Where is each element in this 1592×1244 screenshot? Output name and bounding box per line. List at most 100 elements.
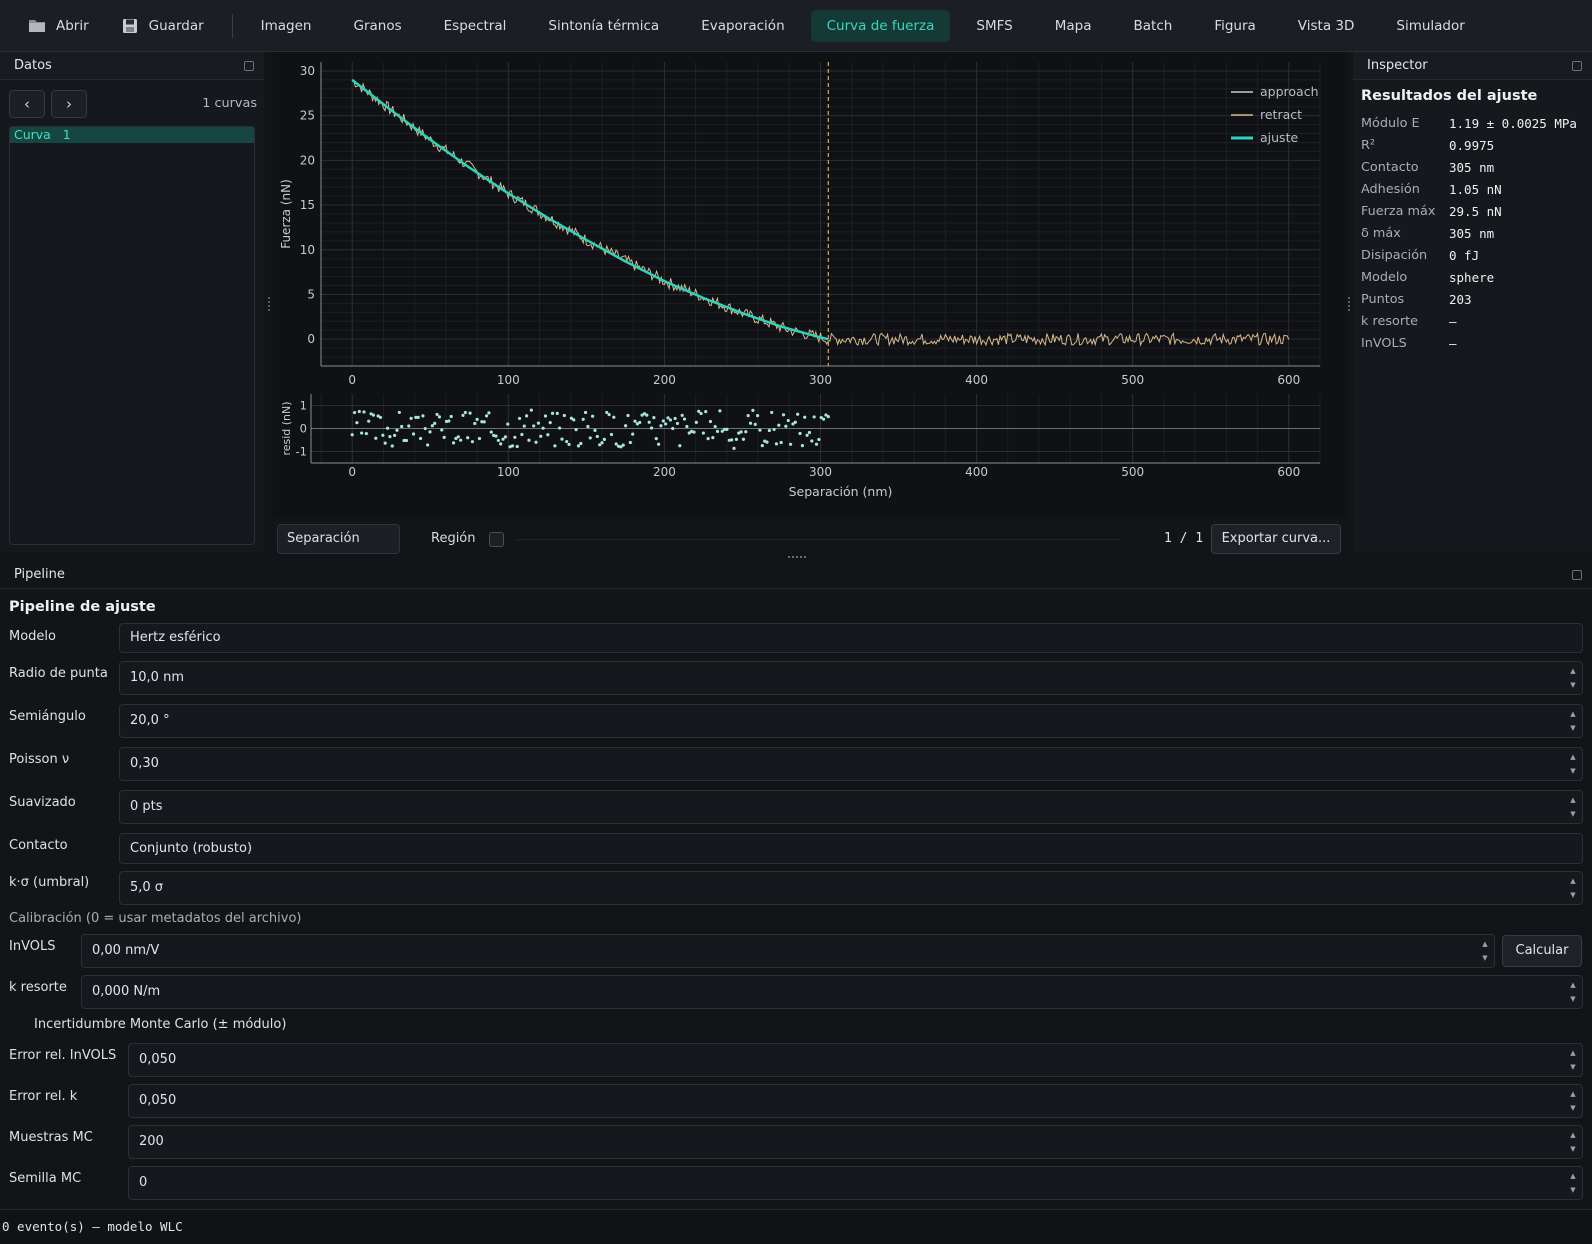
spinner-arrows-icon[interactable]: ▲ ▼ <box>1568 795 1578 819</box>
tab-curva-de-fuerza[interactable]: Curva de fuerza <box>810 9 951 42</box>
err-k-spinbox[interactable]: 0,050 ▲ ▼ <box>128 1084 1583 1118</box>
result-key: Adhesión <box>1361 182 1420 197</box>
tab-figura[interactable]: Figura <box>1198 10 1271 42</box>
float-panel-icon[interactable] <box>1572 61 1582 71</box>
prev-curve-button[interactable]: ‹ <box>9 90 45 118</box>
residual-point <box>355 421 359 425</box>
export-curve-button[interactable]: Exportar curva... <box>1211 524 1341 554</box>
tab-simulador[interactable]: Simulador <box>1380 10 1480 42</box>
inspector-resize-handle[interactable] <box>1348 297 1350 311</box>
residual-point <box>609 432 614 437</box>
residual-point <box>418 436 423 441</box>
result-row: Disipación 0 fJ <box>1361 246 1479 266</box>
residual-point <box>522 424 526 428</box>
mc-checkbox[interactable] <box>12 1019 26 1033</box>
spinner-arrows-icon[interactable]: ▲ ▼ <box>1568 666 1578 690</box>
residual-point <box>826 415 830 419</box>
tab-sintonía-térmica[interactable]: Sintonía térmica <box>532 10 675 42</box>
spinner-arrows-icon[interactable]: ▲ ▼ <box>1568 876 1578 900</box>
residual-point <box>565 439 569 444</box>
residual-point <box>463 410 467 415</box>
residual-point <box>796 412 800 416</box>
tab-mapa[interactable]: Mapa <box>1039 10 1108 42</box>
datos-resize-handle[interactable] <box>268 297 270 311</box>
mc-samples-label: Muestras MC <box>9 1130 93 1145</box>
inspector-panel: Inspector Resultados del ajuste Módulo E… <box>1348 52 1592 552</box>
spinner-arrows-icon[interactable]: ▲ ▼ <box>1568 1130 1578 1154</box>
region-slider-track[interactable] <box>516 539 1121 540</box>
residual-point <box>814 442 819 446</box>
spinner-arrows-icon[interactable]: ▲ ▼ <box>1568 980 1578 1004</box>
half-angle-spinbox[interactable]: 20,0 ° ▲ ▼ <box>119 704 1583 738</box>
err-invols-value: 0,050 <box>139 1052 177 1067</box>
tab-smfs[interactable]: SMFS <box>960 10 1028 42</box>
err-invols-spinbox[interactable]: 0,050 ▲ ▼ <box>128 1043 1583 1077</box>
spinner-arrows-icon[interactable]: ▲ ▼ <box>1568 709 1578 733</box>
residual-point <box>451 441 456 445</box>
spinner-arrows-icon[interactable]: ▲ ▼ <box>1568 1171 1578 1195</box>
residual-y-tick-label: 1 <box>300 399 307 413</box>
mc-seed-spinbox[interactable]: 0 ▲ ▼ <box>128 1166 1583 1200</box>
float-panel-icon[interactable] <box>244 61 254 71</box>
residual-point <box>810 439 814 443</box>
residual-point <box>588 436 592 440</box>
residual-point <box>411 432 416 436</box>
tab-granos[interactable]: Granos <box>338 10 418 42</box>
residual-x-tick-label: 100 <box>497 465 520 479</box>
calculate-button[interactable]: Calcular <box>1502 935 1582 967</box>
spinner-arrows-icon[interactable]: ▲ ▼ <box>1568 1089 1578 1113</box>
residual-point <box>456 435 460 439</box>
tab-vista-3d[interactable]: Vista 3D <box>1282 10 1371 42</box>
smoothing-spinbox[interactable]: 0 pts ▲ ▼ <box>119 790 1583 824</box>
x-axis-select[interactable]: Separación <box>277 524 400 554</box>
residual-point <box>489 430 493 434</box>
residual-point <box>812 415 816 419</box>
residual-point <box>352 410 357 415</box>
spring-spinbox[interactable]: 0,000 N/m ▲ ▼ <box>81 975 1583 1009</box>
residual-y-axis-title: resid (nN) <box>280 401 293 455</box>
residual-point <box>626 413 630 418</box>
residual-point <box>513 435 517 439</box>
open-button[interactable]: Abrir <box>12 10 105 42</box>
ksigma-spinbox[interactable]: 5,0 σ ▲ ▼ <box>119 871 1583 905</box>
residual-point <box>631 432 635 436</box>
residual-point <box>477 436 482 441</box>
tab-imagen[interactable]: Imagen <box>245 10 328 42</box>
residual-x-axis-title: Separación (nm) <box>789 484 893 499</box>
residual-point <box>649 426 654 430</box>
residual-point <box>715 429 720 434</box>
curve-list[interactable]: Curva 1 <box>9 126 255 545</box>
spinner-arrows-icon[interactable]: ▲ ▼ <box>1568 752 1578 776</box>
tip-radius-value: 10,0 nm <box>130 670 184 685</box>
contact-select[interactable]: Conjunto (robusto) <box>119 833 1583 864</box>
float-panel-icon[interactable] <box>1572 570 1582 580</box>
residual-point <box>786 418 790 423</box>
spinner-arrows-icon[interactable]: ▲ ▼ <box>1568 1048 1578 1072</box>
tab-evaporación[interactable]: Evaporación <box>685 10 800 42</box>
save-button[interactable]: Guardar <box>105 10 220 42</box>
tip-radius-spinbox[interactable]: 10,0 nm ▲ ▼ <box>119 661 1583 695</box>
err-invols-label: Error rel. InVOLS <box>9 1048 117 1063</box>
spinner-arrows-icon[interactable]: ▲ ▼ <box>1480 939 1490 963</box>
tab-batch[interactable]: Batch <box>1118 10 1189 42</box>
poisson-spinbox[interactable]: 0,30 ▲ ▼ <box>119 747 1583 781</box>
residual-point <box>409 416 413 421</box>
inspector-title: Inspector <box>1367 58 1428 73</box>
residual-point <box>527 438 531 442</box>
mc-samples-spinbox[interactable]: 200 ▲ ▼ <box>128 1125 1583 1159</box>
result-key: Modelo <box>1361 270 1408 285</box>
model-select[interactable]: Hertz esférico <box>119 623 1583 653</box>
list-item[interactable]: Curva 1 <box>10 127 254 143</box>
residual-point <box>520 432 524 437</box>
residual-point <box>605 410 609 415</box>
tab-espectral[interactable]: Espectral <box>428 10 523 42</box>
residual-point <box>586 424 590 429</box>
force-curve-plot[interactable]: 0 100 200 300 400 500 600 0 5 10 15 20 25 30 Fuerza (n… <box>273 52 1347 518</box>
next-curve-button[interactable]: › <box>51 90 87 118</box>
residual-point <box>562 413 566 418</box>
region-checkbox[interactable] <box>489 532 504 547</box>
residual-point <box>772 427 776 432</box>
residual-point <box>496 438 500 443</box>
y-axis-title: Fuerza (nN) <box>279 179 293 249</box>
invols-spinbox[interactable]: 0,00 nm/V ▲ ▼ <box>81 934 1495 968</box>
